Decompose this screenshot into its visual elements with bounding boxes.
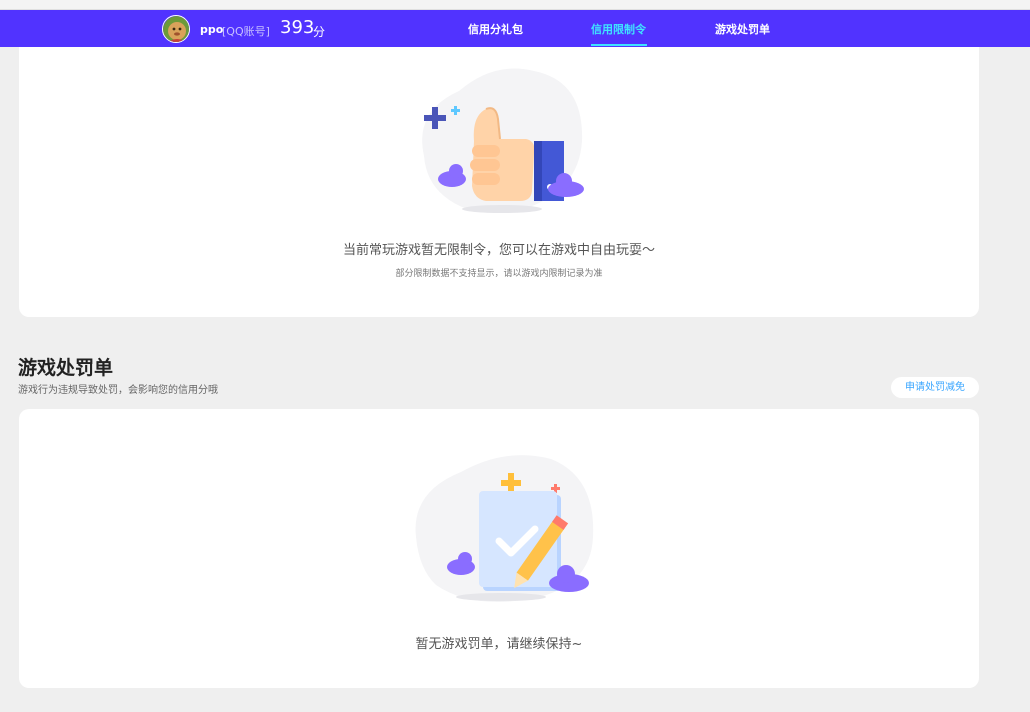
restriction-note: 部分限制数据不支持显示，请以游戏内限制记录为准 [395,269,603,279]
restriction-empty-message: 当前常玩游戏暂无限制令，您可以在游戏中自由玩耍～ [342,243,655,258]
tab-credit-restriction[interactable]: 信用限制令 [591,21,646,37]
penalty-empty-message: 暂无游戏罚单，请继续保持~ [415,637,583,652]
top-nav-bar: ppo [QQ账号] 393 分 信用分礼包 信用限制令 游戏处罚单 [0,10,1030,47]
page-scrollbar[interactable] [1016,47,1030,712]
penalty-section-description: 游戏行为违规导致处罚，会影响您的信用分哦 [18,385,218,396]
credit-score-unit: 分 [313,25,326,39]
avatar[interactable] [162,15,190,43]
penalty-card: 暂无游戏罚单，请继续保持~ [19,409,979,688]
browser-top-strip [0,0,1030,10]
checklist-pencil-illustration-icon [411,447,596,611]
user-nickname: ppo [200,23,224,36]
credit-score-value: 393 [280,17,315,38]
restriction-card: 当前常玩游戏暂无限制令，您可以在游戏中自由玩耍～ 部分限制数据不支持显示，请以游… [19,47,979,317]
tab-credit-gift[interactable]: 信用分礼包 [468,21,523,37]
thumbs-up-illustration-icon [414,61,594,225]
account-type-label: [QQ账号] [222,25,270,38]
penalty-section-title: 游戏处罚单 [18,357,114,379]
tab-game-penalty[interactable]: 游戏处罚单 [715,21,770,37]
apply-penalty-reduction-button[interactable]: 申请处罚减免 [891,377,979,398]
active-tab-indicator [591,44,647,46]
